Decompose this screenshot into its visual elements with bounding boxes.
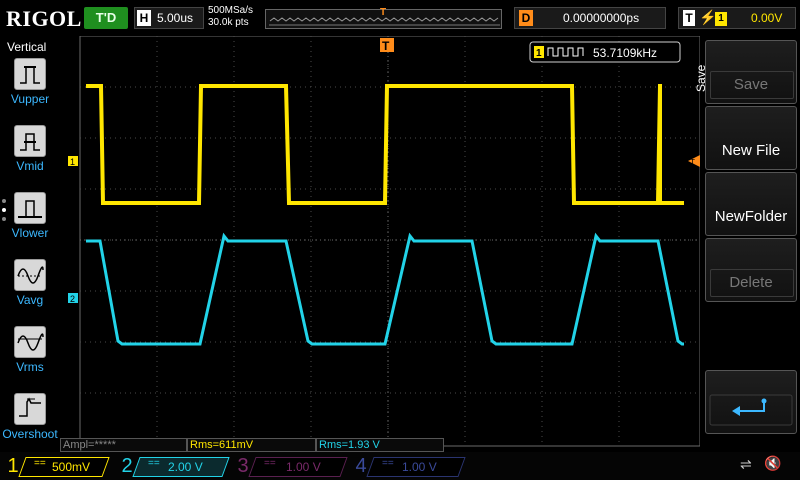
- ch2-trace: [86, 232, 684, 346]
- delete-button[interactable]: Delete: [705, 238, 797, 302]
- return-button[interactable]: [705, 370, 797, 434]
- measure-label: Vrms: [16, 360, 44, 374]
- new-file-label: New File: [721, 142, 781, 159]
- new-file-button[interactable]: New File: [705, 106, 797, 170]
- overshoot-icon: [14, 393, 46, 425]
- memory-position-bar[interactable]: T: [265, 7, 502, 29]
- measure-vmid[interactable]: Vmid: [0, 125, 60, 191]
- ch2-settings[interactable]: 2 == 2.00 V: [118, 454, 230, 478]
- new-folder-label: NewFolder: [714, 208, 788, 225]
- freq-channel-label: 1: [536, 48, 542, 59]
- vavg-icon: [14, 259, 46, 291]
- trigger-delay[interactable]: D 0.00000000ps: [514, 7, 666, 29]
- top-status-bar: RIGOL T'D H 5.00us 500MSa/s 30.0k pts T …: [0, 0, 800, 36]
- vertical-measure-menu: Vertical Vupper Vmid Vlower Vavg Vrms Ov…: [0, 36, 60, 452]
- trigger-label: T: [683, 10, 695, 26]
- trigger-position-marker[interactable]: T: [380, 38, 394, 53]
- ch3-settings[interactable]: 3 == 1.00 V: [234, 454, 348, 478]
- sample-rate: 500MSa/s: [208, 5, 254, 16]
- save-label: Save: [733, 76, 769, 93]
- status-icons: ⇌ 🔇: [700, 454, 796, 478]
- menu-title: Vertical: [7, 40, 47, 54]
- ch1-trace: [86, 84, 684, 205]
- channel-bar: 1 == 500mV 2 == 2.00 V 3 == 1.00 V 4 == …: [0, 452, 800, 480]
- ch1-scale: 500mV: [52, 460, 91, 474]
- ch2-offset-marker[interactable]: 2: [68, 293, 78, 304]
- falling-edge-icon: ⚡: [699, 9, 717, 25]
- vlower-icon: [14, 192, 46, 224]
- ch4-settings[interactable]: 4 == 1.00 V: [352, 454, 466, 478]
- acquisition-info: 500MSa/s 30.0k pts: [208, 5, 253, 29]
- ch1-offset-marker[interactable]: 1: [68, 156, 78, 167]
- save-button[interactable]: Save: [705, 40, 797, 104]
- measure-label: Overshoot: [2, 427, 58, 441]
- measure-vrms[interactable]: Vrms: [0, 326, 60, 392]
- frequency-counter[interactable]: 1 53.7109kHz: [529, 41, 681, 63]
- save-menu: Save Save New File NewFolder Delete: [694, 36, 800, 452]
- trigger-level-marker[interactable]: T: [688, 155, 700, 167]
- measure-label: Vupper: [10, 92, 50, 106]
- waveform-display[interactable]: 1 2 T T 1 53.7109kHz: [60, 36, 700, 448]
- trigger-level-label: T: [690, 158, 695, 167]
- trigger-level: 0.00V: [751, 11, 783, 25]
- measure-overshoot[interactable]: Overshoot: [0, 393, 60, 459]
- ch2-scale: 2.00 V: [168, 460, 203, 474]
- memory-trigger-marker: T: [380, 7, 387, 18]
- memory-depth: 30.0k pts: [208, 17, 249, 28]
- dc-coupling-icon: ==: [34, 458, 46, 469]
- dc-coupling-icon: ==: [264, 458, 276, 469]
- ch1-settings[interactable]: 1 == 500mV: [4, 454, 112, 478]
- new-folder-button[interactable]: NewFolder: [705, 172, 797, 236]
- vupper-icon: [14, 58, 46, 90]
- vmid-icon: [14, 125, 46, 157]
- measure-label: Vlower: [11, 226, 49, 240]
- trigger-marker-label: T: [382, 39, 390, 53]
- meas-ch1-rms[interactable]: Rms=611mV: [187, 438, 316, 452]
- delay-label: D: [519, 10, 533, 26]
- dc-coupling-icon: ==: [148, 458, 160, 469]
- dc-coupling-icon: ==: [382, 458, 394, 469]
- ch1-marker-label: 1: [70, 157, 75, 167]
- rigol-logo: RIGOL: [6, 6, 82, 31]
- measure-vupper[interactable]: Vupper: [0, 58, 60, 124]
- trigger-settings[interactable]: T ⚡ 1 0.00V: [678, 7, 796, 29]
- speaker-muted-icon[interactable]: 🔇: [764, 455, 781, 472]
- vrms-icon: [14, 326, 46, 358]
- run-status-badge[interactable]: T'D: [84, 7, 128, 29]
- ch4-scale: 1.00 V: [402, 460, 437, 474]
- measure-vavg[interactable]: Vavg: [0, 259, 60, 325]
- measure-label: Vmid: [16, 159, 44, 173]
- return-arrow-icon: [709, 394, 793, 426]
- timebase-value: 5.00us: [157, 11, 194, 25]
- ch2-marker-label: 2: [70, 294, 75, 304]
- trigger-source: 1: [715, 12, 727, 26]
- meas-ch2-rms[interactable]: Rms=1.93 V: [316, 438, 444, 452]
- horizontal-timebase[interactable]: H 5.00us: [134, 7, 204, 29]
- ch3-scale: 1.00 V: [286, 460, 321, 474]
- frequency-value: 53.7109kHz: [593, 46, 657, 60]
- horizontal-label: H: [137, 10, 151, 26]
- measurement-results: Ampl=***** Rms=611mV Rms=1.93 V: [60, 437, 700, 452]
- delete-label: Delete: [729, 274, 773, 291]
- delay-value: 0.00000000ps: [563, 11, 640, 25]
- measure-vlower[interactable]: Vlower: [0, 192, 60, 258]
- meas-ampl[interactable]: Ampl=*****: [60, 438, 187, 452]
- usb-icon: ⇌: [740, 456, 752, 472]
- measure-label: Vavg: [16, 293, 44, 307]
